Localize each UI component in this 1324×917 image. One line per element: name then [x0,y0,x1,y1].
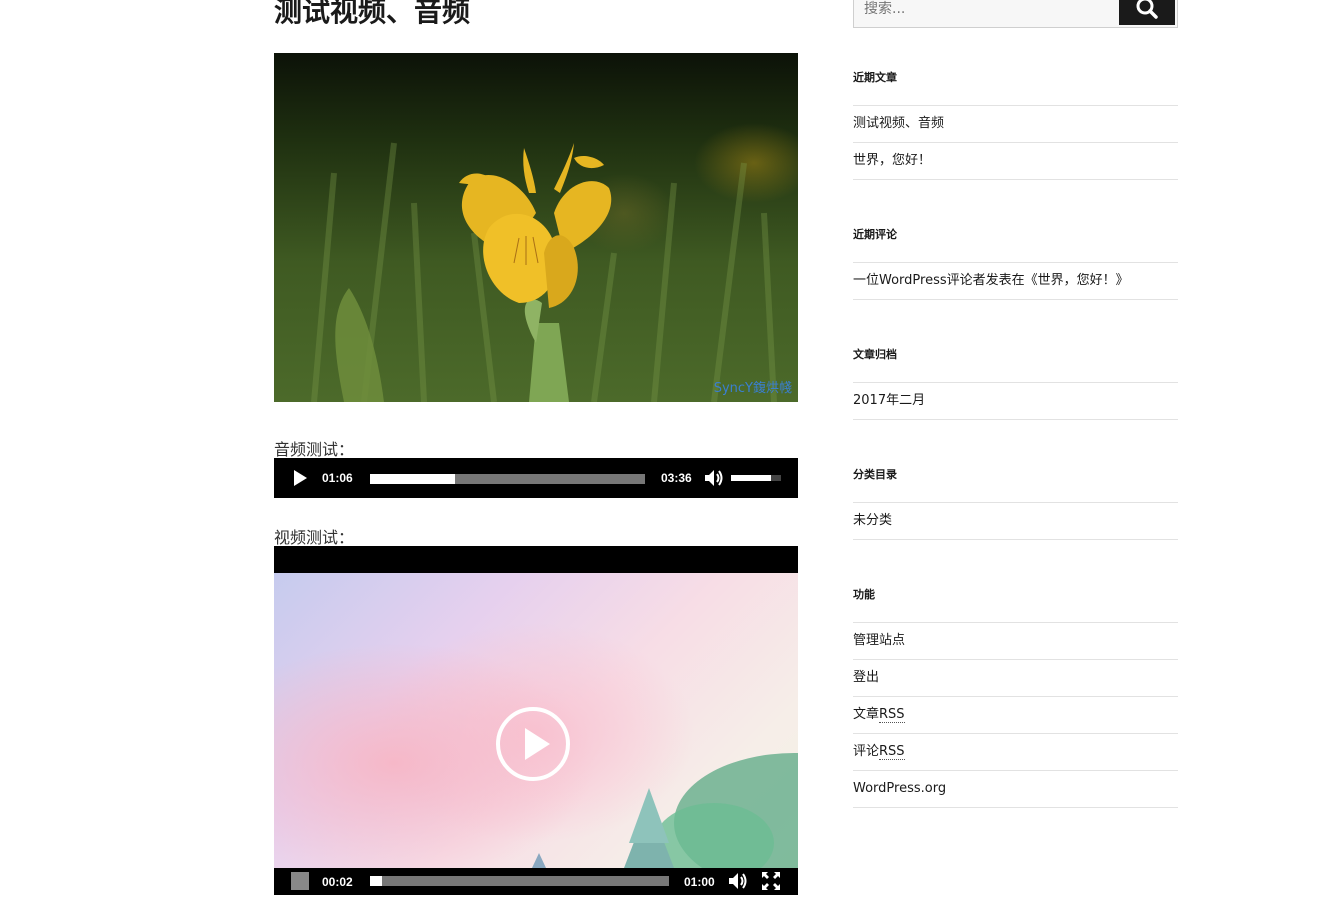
widget-meta: 功能 管理站点 登出 文章RSS 评论RSS WordPress.org [853,588,1178,808]
image-watermark: SyncY鍑烘帴 [713,381,792,396]
rss-abbr: RSS [879,744,905,760]
recent-post-link[interactable]: 世界，您好！ [853,153,931,168]
site-admin-link[interactable]: 管理站点 [853,633,905,648]
post-title: 测试视频、音频 [274,0,471,28]
list-item: 一位WordPress评论者发表在《世界，您好！》 [853,263,1178,300]
play-icon [525,728,550,760]
list-item: 评论RSS [853,734,1178,771]
widget-title: 近期评论 [853,228,897,241]
video-controls: 00:02 01:00 [274,868,798,895]
list-item: 登出 [853,660,1178,697]
widget-title: 文章归档 [853,348,897,361]
play-icon [294,470,307,486]
volume-icon [729,873,747,889]
widget-title: 分类目录 [853,468,897,481]
pause-button[interactable] [291,872,309,890]
post-image: SyncY鍑烘帴 [274,53,798,402]
comments-rss-link[interactable]: 评论RSS [853,744,905,760]
video-label: 视频测试： [274,528,355,547]
audio-duration: 03:36 [661,471,692,485]
video-duration: 01:00 [684,875,715,889]
volume-icon [705,470,723,486]
audio-player: 01:06 03:36 [274,458,798,498]
widget-recent-posts: 近期文章 测试视频、音频 世界，您好！ [853,71,1178,180]
rss-abbr: RSS [879,707,905,723]
play-button[interactable] [290,468,310,488]
recent-post-link[interactable]: 测试视频、音频 [853,116,944,131]
link-text: 评论 [853,744,880,759]
list-item: 2017年二月 [853,383,1178,420]
iris-flower-illustration [311,142,777,402]
video-mute-button[interactable] [729,872,749,890]
link-text: 文章 [853,707,880,722]
list-item: 测试视频、音频 [853,106,1178,143]
video-current-time: 00:02 [322,875,353,889]
widget-recent-comments: 近期评论 一位WordPress评论者发表在《世界，您好！》 [853,228,1178,300]
list-item: WordPress.org [853,771,1178,808]
search-form [853,0,1178,28]
video-progress-fill [370,876,382,886]
search-input[interactable] [854,0,1116,27]
list-item: 未分类 [853,503,1178,540]
widget-categories: 分类目录 未分类 [853,468,1178,540]
widget-archives: 文章归档 2017年二月 [853,348,1178,420]
fullscreen-button[interactable] [761,872,781,890]
audio-progress-rail[interactable] [370,474,645,484]
category-link[interactable]: 未分类 [853,513,892,528]
audio-progress-fill [370,474,456,484]
list-item: 世界，您好！ [853,143,1178,180]
widget-title: 功能 [853,588,875,601]
search-icon [1136,0,1158,19]
fullscreen-icon [762,872,780,890]
entries-rss-link[interactable]: 文章RSS [853,707,905,723]
logout-link[interactable]: 登出 [853,670,879,685]
video-frame [274,573,798,868]
video-player: 00:02 01:00 [274,546,798,895]
list-item: 管理站点 [853,623,1178,660]
big-play-button[interactable] [496,707,570,781]
volume-level [731,475,771,481]
list-item: 文章RSS [853,697,1178,734]
archive-link[interactable]: 2017年二月 [853,393,925,408]
audio-label: 音频测试： [274,440,355,459]
mute-button[interactable] [704,468,726,488]
recent-comment-link[interactable]: 一位WordPress评论者发表在《世界，您好！》 [853,273,1129,288]
volume-slider[interactable] [731,475,781,481]
search-button[interactable] [1119,0,1175,25]
video-progress-rail[interactable] [370,876,669,886]
audio-current-time: 01:06 [322,471,353,485]
widget-title: 近期文章 [853,71,897,84]
wordpress-org-link[interactable]: WordPress.org [853,781,946,796]
